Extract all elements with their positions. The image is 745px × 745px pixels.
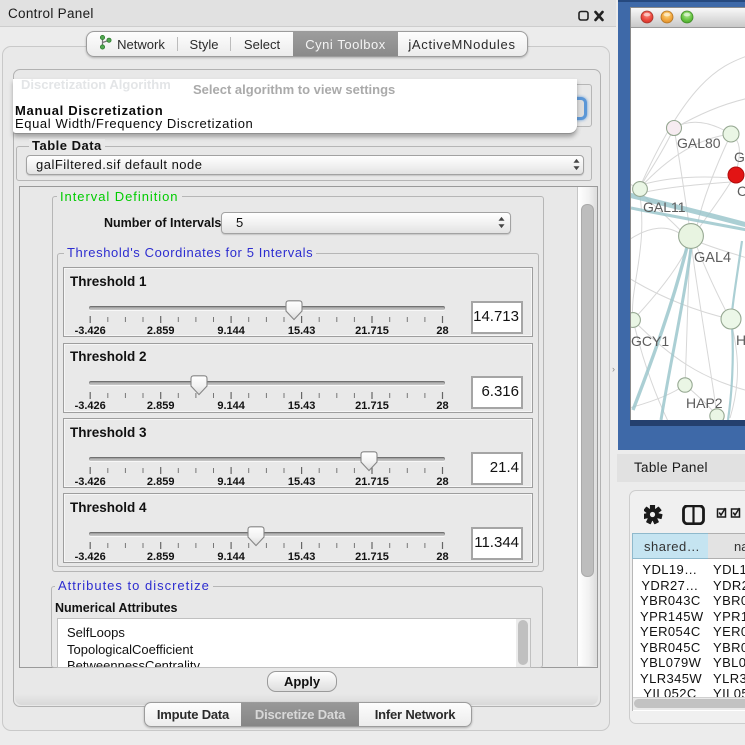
svg-text:GA: GA bbox=[734, 149, 745, 165]
svg-text:GCY1: GCY1 bbox=[631, 333, 669, 349]
svg-text:GAL80: GAL80 bbox=[677, 135, 721, 151]
svg-text:GAL11: GAL11 bbox=[643, 199, 686, 215]
svg-text:HAP2: HAP2 bbox=[686, 395, 723, 411]
svg-text:GAL4: GAL4 bbox=[694, 250, 731, 266]
svg-text:HA: HA bbox=[736, 332, 745, 348]
svg-text:C: C bbox=[737, 183, 745, 199]
